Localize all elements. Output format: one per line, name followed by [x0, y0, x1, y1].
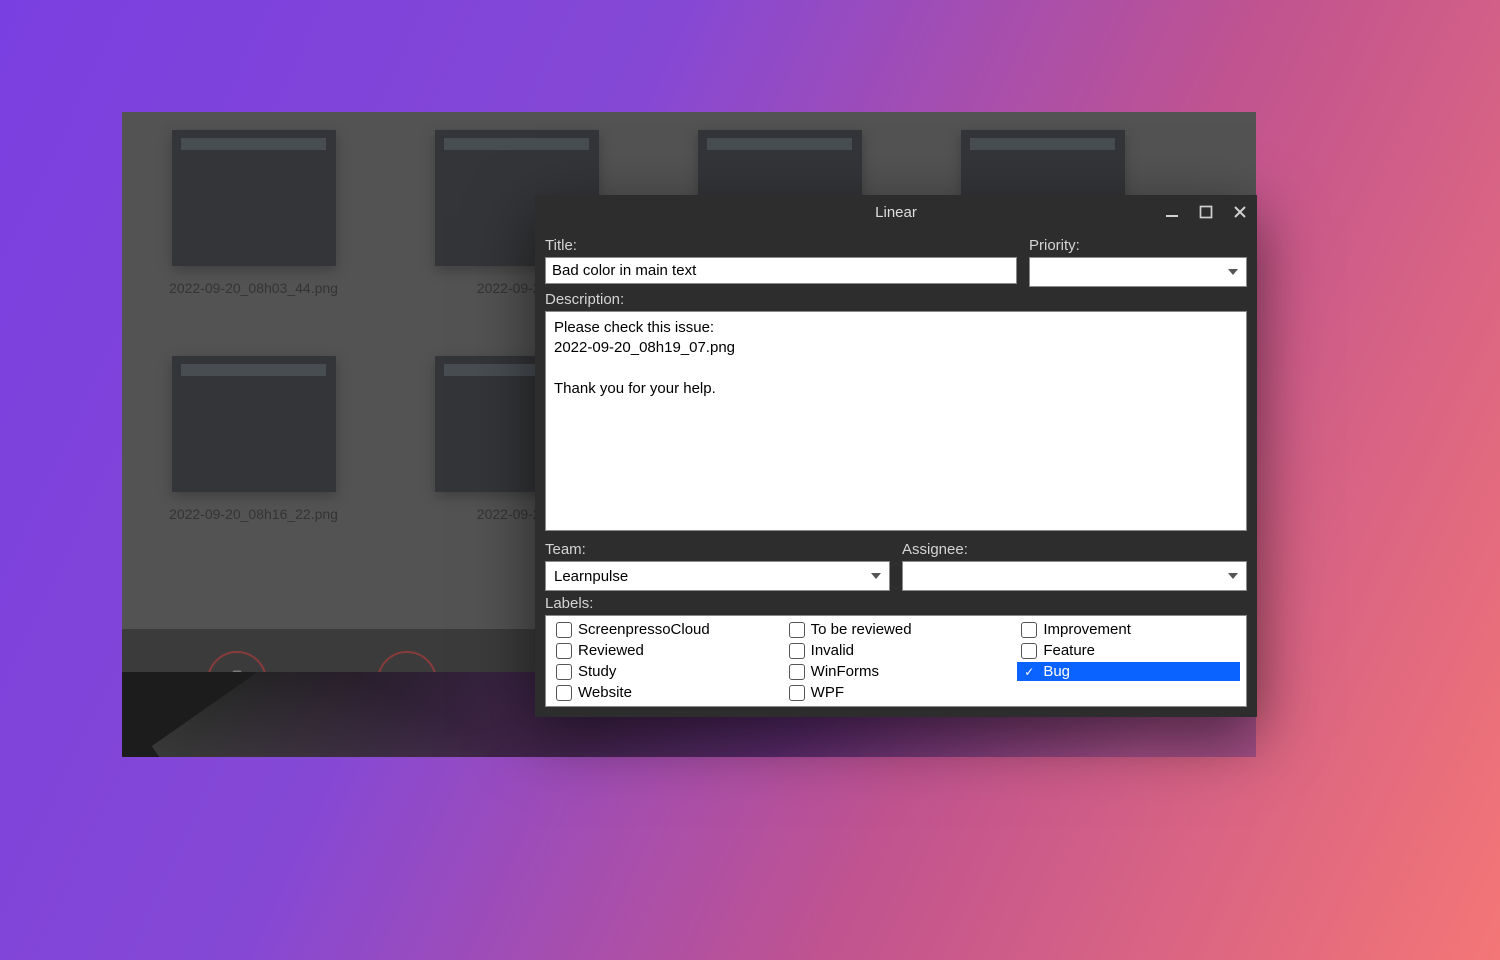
- linear-dialog: Linear Title: Priority:: [535, 195, 1257, 717]
- checkbox-icon: [556, 664, 572, 680]
- chevron-down-icon: [871, 573, 881, 579]
- checkbox-icon: ✓: [1021, 664, 1037, 680]
- dialog-title: Linear: [875, 204, 917, 221]
- thumbnail-caption: 2022-09-20_08h16_22.png: [122, 506, 385, 522]
- checkbox-icon: [789, 643, 805, 659]
- label-checkbox[interactable]: ✓ Bug: [1017, 662, 1240, 681]
- checkbox-icon: [1021, 643, 1037, 659]
- description-label: Description:: [545, 291, 1247, 308]
- label-checkbox[interactable]: ScreenpressoCloud: [552, 620, 775, 639]
- minimize-button[interactable]: [1161, 201, 1183, 223]
- checkbox-icon: [556, 685, 572, 701]
- label-checkbox[interactable]: To be reviewed: [785, 620, 1008, 639]
- maximize-button[interactable]: [1195, 201, 1217, 223]
- thumbnail-image: [172, 130, 336, 266]
- thumbnail-item[interactable]: 2022-09-20_08h16_22.png: [122, 338, 385, 564]
- chevron-down-icon: [1228, 269, 1238, 275]
- label-text: To be reviewed: [811, 621, 912, 638]
- checkbox-icon: [789, 622, 805, 638]
- team-value: Learnpulse: [554, 568, 628, 585]
- labels-label: Labels:: [545, 595, 1247, 612]
- label-checkbox[interactable]: Website: [552, 683, 775, 702]
- label-text: ScreenpressoCloud: [578, 621, 710, 638]
- label-checkbox[interactable]: Feature: [1017, 641, 1240, 660]
- label-text: Study: [578, 663, 616, 680]
- thumbnail-caption: 2022-09-20_08h03_44.png: [122, 280, 385, 296]
- close-button[interactable]: [1229, 201, 1251, 223]
- thumbnail-image: [172, 356, 336, 492]
- labels-listbox[interactable]: ScreenpressoCloud To be reviewed Improveme…: [545, 615, 1247, 707]
- assignee-select[interactable]: [902, 561, 1247, 591]
- description-textarea[interactable]: Please check this issue: 2022-09-20_08h1…: [545, 311, 1247, 531]
- label-text: Reviewed: [578, 642, 644, 659]
- checkbox-icon: [556, 622, 572, 638]
- priority-select[interactable]: [1029, 257, 1247, 287]
- label-text: Bug: [1043, 663, 1070, 680]
- chevron-down-icon: [1228, 573, 1238, 579]
- label-text: WinForms: [811, 663, 879, 680]
- label-text: Feature: [1043, 642, 1095, 659]
- checkbox-icon: [1021, 622, 1037, 638]
- label-text: Invalid: [811, 642, 854, 659]
- assignee-label: Assignee:: [902, 541, 1247, 558]
- label-text: Improvement: [1043, 621, 1131, 638]
- team-select[interactable]: Learnpulse: [545, 561, 890, 591]
- label-text: Website: [578, 684, 632, 701]
- label-checkbox[interactable]: Invalid: [785, 641, 1008, 660]
- label-checkbox[interactable]: Reviewed: [552, 641, 775, 660]
- checkbox-icon: [789, 664, 805, 680]
- label-checkbox[interactable]: WinForms: [785, 662, 1008, 681]
- dialog-titlebar[interactable]: Linear: [535, 195, 1257, 229]
- label-checkbox[interactable]: Study: [552, 662, 775, 681]
- label-checkbox[interactable]: WPF: [785, 683, 1008, 702]
- checkbox-icon: [789, 685, 805, 701]
- priority-label: Priority:: [1029, 237, 1247, 254]
- title-label: Title:: [545, 237, 1017, 254]
- checkbox-icon: [556, 643, 572, 659]
- title-input[interactable]: [545, 257, 1017, 284]
- team-label: Team:: [545, 541, 890, 558]
- label-text: WPF: [811, 684, 844, 701]
- label-checkbox[interactable]: Improvement: [1017, 620, 1240, 639]
- thumbnail-item[interactable]: 2022-09-20_08h03_44.png: [122, 112, 385, 338]
